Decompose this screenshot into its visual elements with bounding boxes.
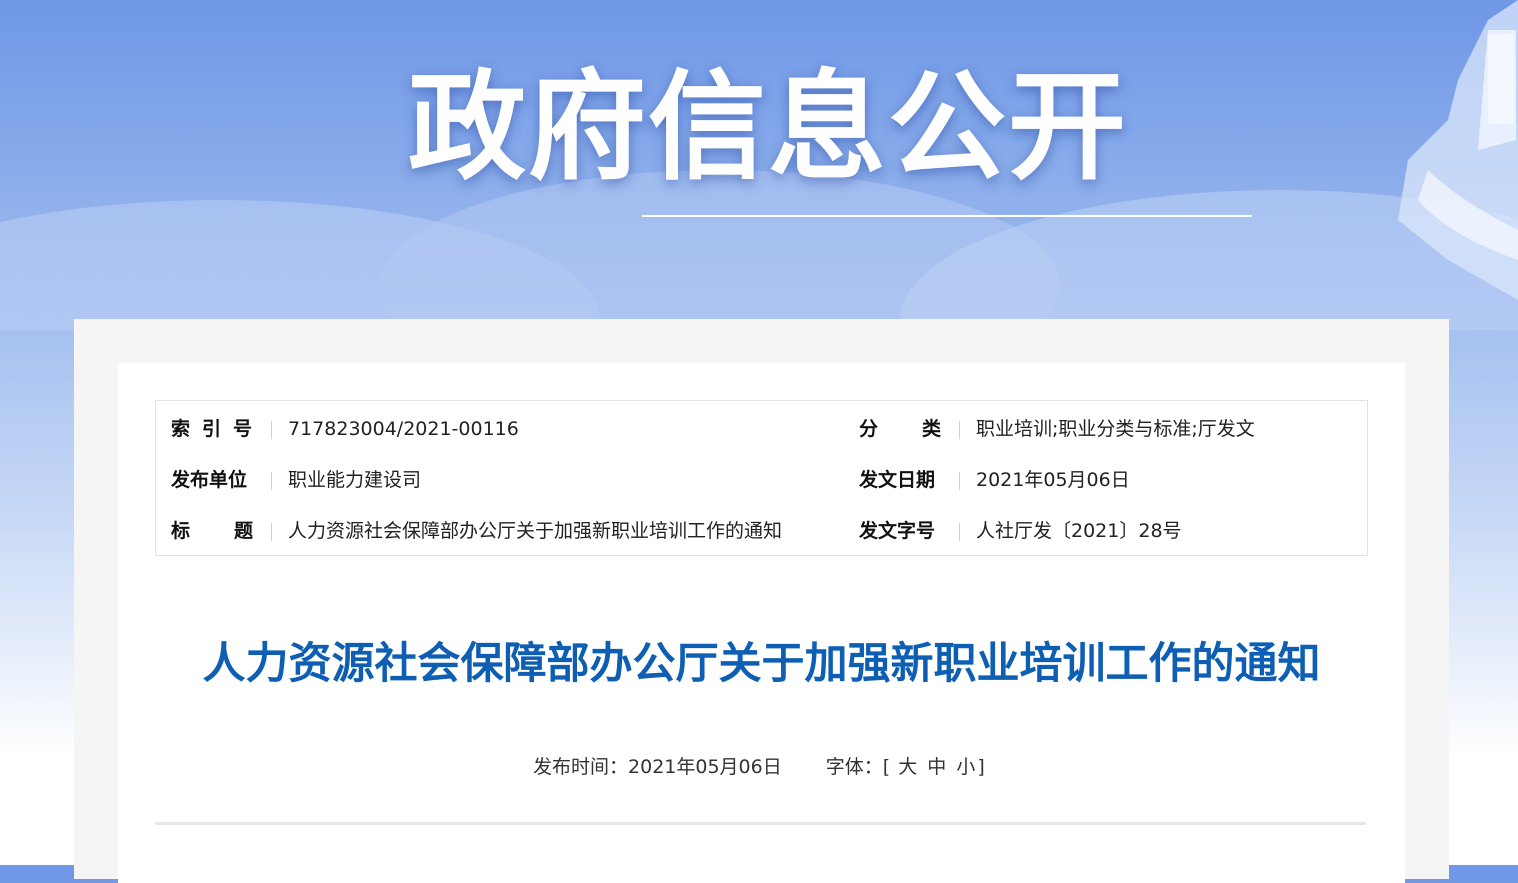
label-document-number-text: 发文字号 bbox=[859, 520, 936, 542]
label-publisher: 发布单位 bbox=[171, 460, 255, 500]
separator bbox=[959, 421, 960, 439]
font-size-label: 字体： bbox=[825, 756, 883, 778]
metadata-row-publisher: 发布单位 职业能力建设司 发文日期 2021年05月06日 bbox=[156, 460, 1367, 500]
separator bbox=[271, 523, 272, 541]
content-divider bbox=[155, 822, 1366, 825]
font-size-bracket-open: [ bbox=[882, 756, 891, 778]
font-size-bracket-close: ] bbox=[977, 756, 985, 778]
font-size-small-link[interactable]: 小 bbox=[954, 756, 977, 778]
label-title: 标题 bbox=[171, 511, 255, 551]
label-title-text: 标题 bbox=[171, 520, 298, 542]
great-wall-illustration bbox=[1398, 0, 1518, 300]
label-category-text: 分类 bbox=[859, 418, 986, 440]
label-category: 分类 bbox=[859, 409, 943, 449]
label-publisher-text: 发布单位 bbox=[171, 469, 248, 491]
font-size-large-link[interactable]: 大 bbox=[896, 756, 919, 778]
value-document-number: 人社厅发〔2021〕28号 bbox=[976, 520, 1182, 542]
value-category: 职业培训;职业分类与标准;厅发文 bbox=[976, 418, 1255, 440]
banner-title: 政府信息公开 bbox=[407, 58, 1128, 196]
metadata-row-title: 标题 人力资源社会保障部办公厅关于加强新职业培训工作的通知 发文字号 人社厅发〔… bbox=[156, 511, 1367, 551]
value-title: 人力资源社会保障部办公厅关于加强新职业培训工作的通知 bbox=[288, 520, 783, 542]
article-title: 人力资源社会保障部办公厅关于加强新职业培训工作的通知 bbox=[202, 639, 1321, 689]
metadata-row-index: 索引号 717823004/2021-00116 分类 职业培训;职业分类与标准… bbox=[156, 409, 1367, 449]
publish-time-value: 2021年05月06日 bbox=[628, 756, 782, 778]
banner-underline bbox=[642, 215, 1252, 217]
publish-time-label: 发布时间： bbox=[533, 756, 629, 778]
label-index-number-text: 索引号 bbox=[171, 418, 265, 440]
value-index-number: 717823004/2021-00116 bbox=[288, 418, 519, 440]
label-index-number: 索引号 bbox=[171, 409, 255, 449]
header-banner: 政府信息公开 bbox=[0, 0, 1518, 330]
value-issue-date: 2021年05月06日 bbox=[976, 469, 1130, 491]
metadata-table: 索引号 717823004/2021-00116 分类 职业培训;职业分类与标准… bbox=[155, 400, 1368, 556]
separator bbox=[271, 421, 272, 439]
separator bbox=[959, 523, 960, 541]
font-size-medium-link[interactable]: 中 bbox=[925, 756, 948, 778]
label-document-number: 发文字号 bbox=[859, 511, 943, 551]
publish-info-line: 发布时间：2021年05月06日 字体：[ 大 中 小] bbox=[533, 752, 985, 782]
separator bbox=[959, 472, 960, 490]
label-issue-date-text: 发文日期 bbox=[859, 469, 936, 491]
separator bbox=[271, 472, 272, 490]
value-publisher: 职业能力建设司 bbox=[288, 469, 422, 491]
label-issue-date: 发文日期 bbox=[859, 460, 943, 500]
